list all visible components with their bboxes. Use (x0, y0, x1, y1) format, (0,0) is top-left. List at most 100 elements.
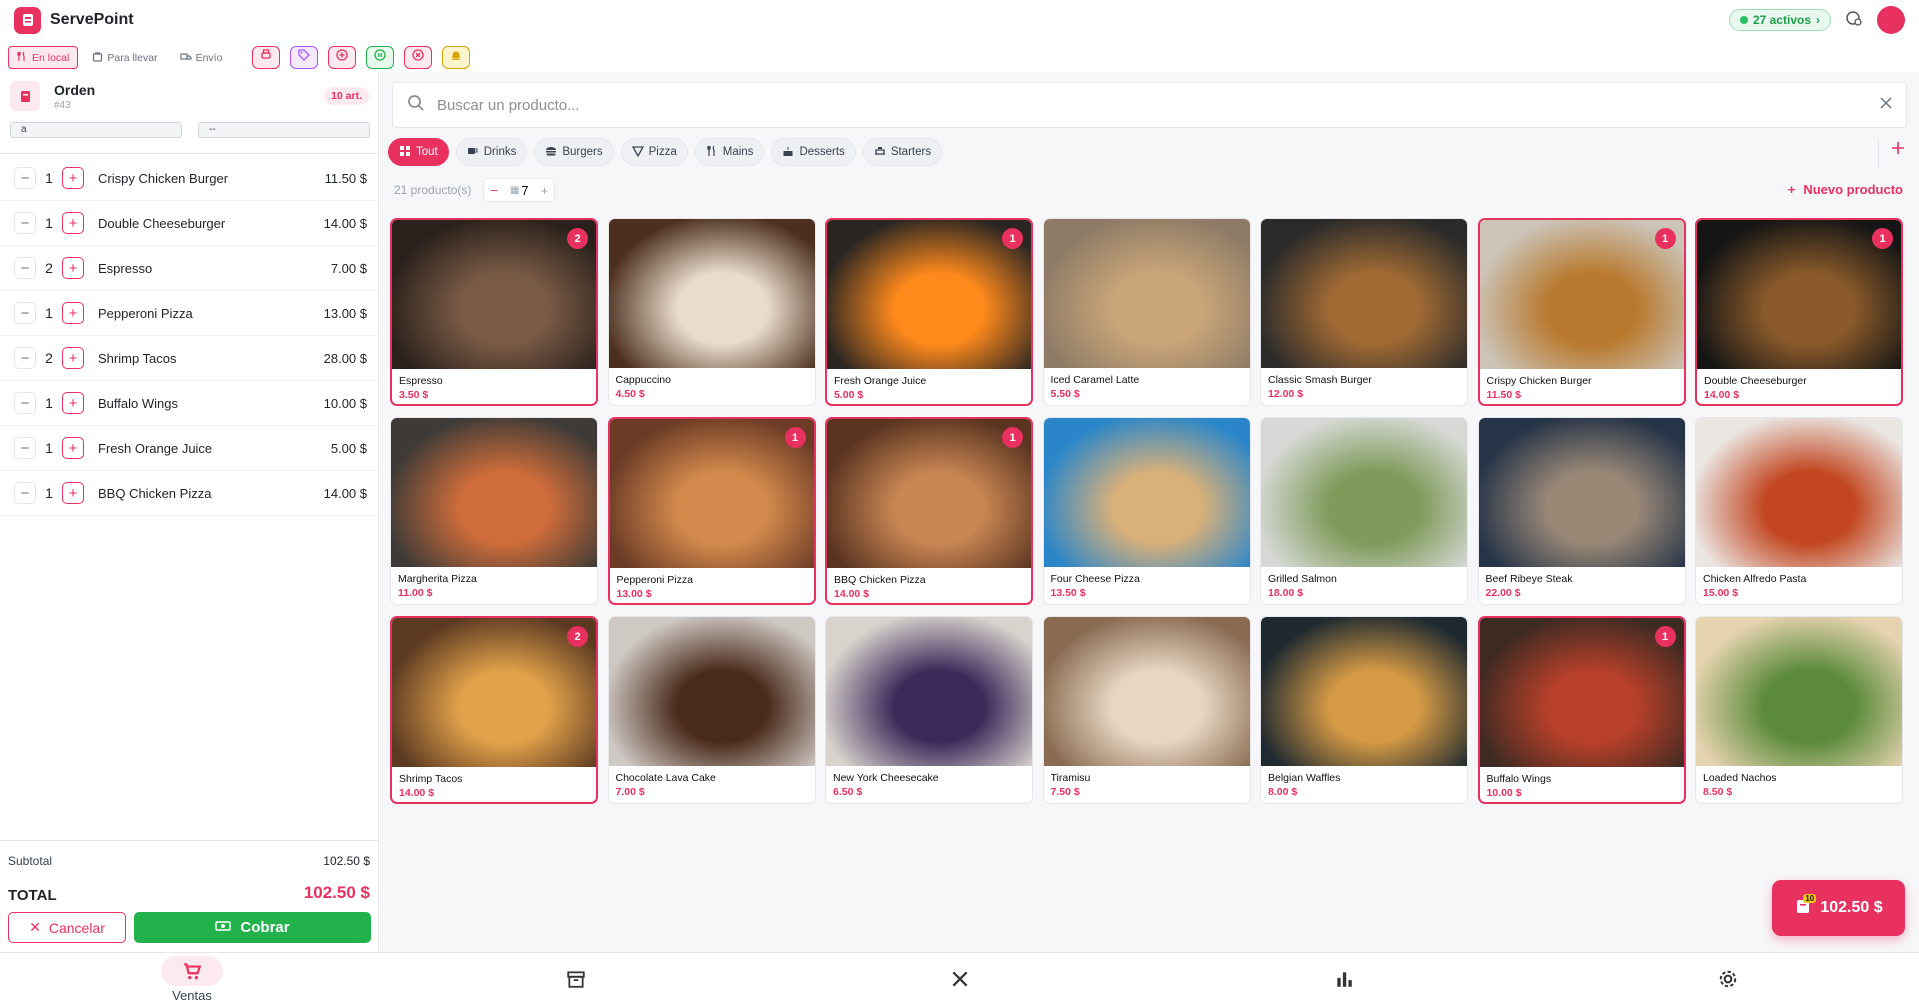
columns-stepper[interactable]: − ▦ 7 + (483, 178, 556, 202)
product-price: 13.00 $ (616, 588, 652, 600)
add-category-icon[interactable] (1891, 141, 1905, 160)
category-mains[interactable]: Mains (694, 138, 765, 166)
category-burgers[interactable]: Burgers (534, 138, 614, 166)
product-price: 10.00 $ (1486, 787, 1522, 799)
subtotal-label: Subtotal (8, 854, 53, 868)
product-card[interactable]: Fresh Orange Juice 5.00 $ 1 (825, 218, 1033, 406)
product-name: Classic Smash Burger (1268, 374, 1372, 386)
search-input[interactable]: Buscar un producto... (392, 82, 1907, 128)
nav-item-cart[interactable]: Ventas (132, 953, 252, 1004)
order-line: −1 + Crispy Chicken Burger 11.50 $ (0, 156, 379, 201)
product-card[interactable]: Classic Smash Burger 12.00 $ (1260, 218, 1468, 406)
decrease-button[interactable]: − (14, 257, 36, 279)
decrease-button[interactable]: − (14, 302, 36, 324)
new-product-label: Nuevo producto (1803, 182, 1903, 197)
new-product-button[interactable]: + Nuevo producto (1788, 182, 1903, 197)
notification-settings-icon[interactable] (1845, 9, 1863, 32)
product-image (1697, 220, 1901, 369)
mode-para-llevar[interactable]: Para llevar (84, 46, 165, 69)
product-card[interactable]: Loaded Nachos 8.50 $ (1695, 616, 1903, 804)
mode-envio[interactable]: Envío (172, 46, 231, 69)
customer-field[interactable]: a (10, 122, 182, 138)
cash-icon (215, 919, 232, 936)
columns-increase-button[interactable]: + (535, 183, 555, 198)
product-name: Crispy Chicken Burger (1486, 375, 1592, 387)
columns-decrease-button[interactable]: − (484, 183, 504, 198)
increase-button[interactable]: + (62, 347, 84, 369)
product-image (826, 617, 1032, 766)
x-circle-button[interactable] (404, 46, 433, 69)
order-title: Orden (54, 81, 96, 98)
product-card[interactable]: Espresso 3.50 $ 2 (390, 218, 598, 406)
product-card[interactable]: Tiramisu 7.50 $ (1042, 616, 1251, 804)
search-icon (407, 94, 425, 117)
divider (1878, 138, 1879, 168)
status-dot (1739, 16, 1748, 24)
product-card[interactable]: Shrimp Tacos 14.00 $ 2 (390, 616, 598, 804)
decrease-button[interactable]: − (14, 347, 36, 369)
order-panel: Orden #43 10 art. a -- −1 + Crispy Chicken… (0, 72, 379, 952)
product-card[interactable]: Double Cheeseburger 14.00 $ 1 (1695, 218, 1903, 406)
decrease-button[interactable]: − (14, 167, 36, 189)
cancel-button[interactable]: ✕ Cancelar (8, 912, 126, 943)
product-card[interactable]: Pepperoni Pizza 13.00 $ 1 (607, 417, 816, 605)
increase-button[interactable]: + (62, 302, 84, 324)
product-card[interactable]: Buffalo Wings 10.00 $ 1 (1477, 616, 1686, 804)
product-card[interactable]: Iced Caramel Latte 5.50 $ (1042, 218, 1251, 406)
increase-button[interactable]: + (62, 392, 84, 414)
product-price: 8.00 $ (1268, 786, 1298, 798)
avatar[interactable] (1877, 6, 1905, 34)
product-card[interactable]: Cappuccino 4.50 $ (607, 218, 816, 406)
product-card[interactable]: Margherita Pizza 11.00 $ (390, 417, 598, 605)
line-name: Shrimp Tacos (98, 350, 177, 366)
pause-circle-button[interactable] (366, 46, 395, 69)
increase-button[interactable]: + (62, 437, 84, 459)
product-card[interactable]: Chicken Alfredo Pasta 15.00 $ (1695, 417, 1903, 605)
nav-item-archive[interactable] (516, 953, 636, 1004)
mode-en-local[interactable]: En local (8, 46, 79, 69)
product-card[interactable]: Beef Ribeye Steak 22.00 $ (1477, 417, 1686, 605)
product-image (827, 419, 1031, 568)
product-card[interactable]: Grilled Salmon 18.00 $ (1260, 417, 1468, 605)
decrease-button[interactable]: − (14, 212, 36, 234)
decrease-button[interactable]: − (14, 437, 36, 459)
category-starters[interactable]: Starters (862, 138, 943, 166)
category-label: Drinks (483, 146, 517, 158)
clear-icon[interactable] (1880, 96, 1892, 114)
nav-item-kitchen[interactable] (900, 953, 1020, 1004)
pay-button[interactable]: Cobrar (134, 912, 371, 943)
category-desserts[interactable]: Desserts (771, 138, 856, 166)
product-card[interactable]: Crispy Chicken Burger 11.50 $ 1 (1477, 218, 1686, 406)
tag-button[interactable] (290, 46, 319, 69)
product-name: BBQ Chicken Pizza (834, 574, 926, 586)
product-card[interactable]: BBQ Chicken Pizza 14.00 $ 1 (825, 417, 1033, 605)
increase-button[interactable]: + (62, 167, 84, 189)
table-field[interactable]: -- (198, 122, 370, 138)
bell-button[interactable] (442, 46, 471, 69)
nav-item-gear[interactable] (1668, 953, 1788, 1004)
print-button[interactable] (252, 46, 281, 69)
product-card[interactable]: Belgian Waffles 8.00 $ (1260, 616, 1468, 804)
utensils-icon (17, 51, 28, 65)
order-number: #43 (54, 99, 71, 111)
cart-total-button[interactable]: 10 102.50 $ (1772, 880, 1905, 936)
product-price: 14.00 $ (399, 787, 435, 799)
product-card[interactable]: New York Cheesecake 6.50 $ (825, 616, 1033, 804)
increase-button[interactable]: + (62, 212, 84, 234)
active-orders-pill[interactable]: 27 activos › (1728, 9, 1831, 31)
plus-circle-button[interactable] (328, 46, 357, 69)
category-tout[interactable]: Tout (388, 138, 449, 166)
decrease-button[interactable]: − (14, 482, 36, 504)
product-name: Iced Caramel Latte (1050, 374, 1140, 386)
category-drinks[interactable]: Drinks (455, 138, 528, 166)
line-name: Buffalo Wings (98, 395, 178, 411)
category-pizza[interactable]: Pizza (620, 138, 688, 166)
line-qty: 1 (45, 215, 53, 231)
decrease-button[interactable]: − (14, 392, 36, 414)
product-card[interactable]: Chocolate Lava Cake 7.00 $ (607, 616, 816, 804)
nav-item-chart[interactable] (1284, 953, 1404, 1004)
increase-button[interactable]: + (62, 482, 84, 504)
product-image (1479, 220, 1684, 369)
increase-button[interactable]: + (62, 257, 84, 279)
product-card[interactable]: Four Cheese Pizza 13.50 $ (1042, 417, 1251, 605)
